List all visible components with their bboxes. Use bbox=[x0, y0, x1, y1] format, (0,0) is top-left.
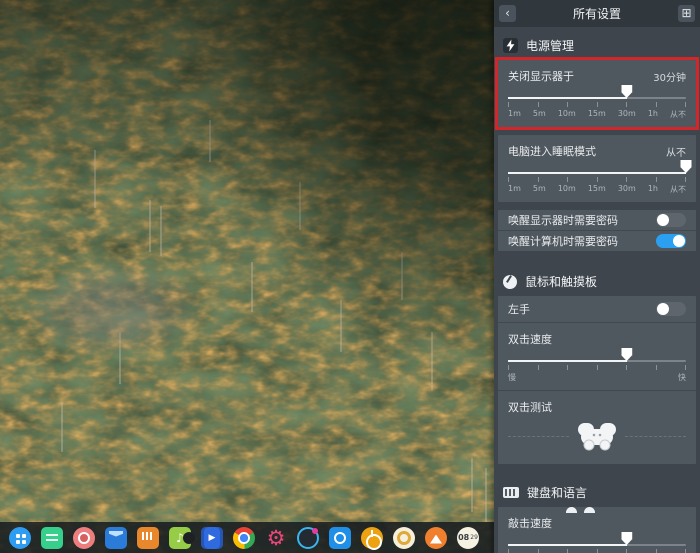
gear-glyph: ⚙ bbox=[266, 525, 286, 550]
tick-label: 5m bbox=[532, 184, 546, 193]
grid-icon: ⊞ bbox=[681, 6, 692, 20]
music-icon[interactable]: ♪ bbox=[169, 526, 195, 549]
tick-label: 30m bbox=[617, 109, 636, 118]
double-click-speed-slider[interactable]: 慢 快 bbox=[498, 348, 696, 390]
dashed-line bbox=[508, 436, 569, 437]
control-center-panel: ‹ 所有设置 ⊞ 电源管理 关闭显示器于 30分钟 1m 5m 10m 15m … bbox=[494, 0, 700, 553]
slider-track[interactable] bbox=[508, 348, 686, 362]
screen-off-label: 关闭显示器于 bbox=[508, 70, 574, 83]
app-store-icon[interactable] bbox=[105, 526, 127, 549]
screen-off-value: 30分钟 bbox=[653, 72, 686, 84]
mouse-test-icon[interactable] bbox=[575, 421, 619, 452]
back-button[interactable]: ‹ bbox=[499, 5, 516, 22]
wake-display-toggle[interactable] bbox=[656, 213, 686, 227]
slider-fill bbox=[508, 544, 627, 546]
tap-speed-label: 敲击速度 bbox=[508, 517, 552, 530]
slider-track[interactable] bbox=[508, 532, 686, 546]
back-icon: ‹ bbox=[505, 6, 510, 20]
wake-computer-toggle[interactable] bbox=[656, 234, 686, 248]
double-click-test-label: 双击测试 bbox=[508, 401, 552, 414]
movies-icon[interactable]: ▶ bbox=[201, 526, 223, 549]
optimizer-icon[interactable] bbox=[393, 526, 415, 549]
all-modules-button[interactable]: ⊞ bbox=[677, 5, 695, 22]
calendar-icon[interactable]: 08 29 bbox=[457, 526, 479, 549]
settings-gear-icon[interactable]: ⚙ bbox=[265, 527, 287, 549]
tick-label: 从不 bbox=[670, 185, 686, 194]
sleep-value: 从不 bbox=[666, 147, 686, 159]
slider-tick-marks bbox=[508, 177, 686, 182]
tick-label: 1m bbox=[508, 184, 521, 193]
tick-label: 10m bbox=[557, 184, 576, 193]
section-keyboard: 键盘和语言 bbox=[494, 472, 700, 507]
desktop: ♪ ▶ ⚙ 08 29 ‹ 所有设置 ⊞ 电源管理 关闭显示器于 30分钟 1m… bbox=[0, 0, 700, 553]
keyboard-icon bbox=[503, 487, 519, 498]
screen-off-slider[interactable]: 1m 5m 10m 15m 30m 1h 从不 bbox=[498, 85, 696, 127]
left-hand-label: 左手 bbox=[508, 303, 530, 316]
media-player-icon[interactable] bbox=[73, 526, 95, 549]
slider-tick-marks bbox=[508, 549, 686, 553]
sleep-label: 电脑进入睡眠模式 bbox=[508, 145, 596, 158]
min-label: 慢 bbox=[508, 373, 516, 382]
clipped-icon bbox=[566, 507, 595, 513]
double-click-test-area bbox=[498, 415, 696, 464]
calendar-day: 29 bbox=[470, 534, 478, 541]
tick-label: 15m bbox=[587, 184, 606, 193]
screenshot-icon[interactable] bbox=[329, 526, 351, 549]
section-power-title: 电源管理 bbox=[526, 39, 575, 53]
installer-icon[interactable] bbox=[425, 526, 447, 549]
calendar-month: 08 bbox=[458, 533, 470, 542]
slider-track[interactable] bbox=[508, 85, 686, 99]
system-monitor-icon[interactable] bbox=[297, 526, 319, 549]
slider-minmax-labels: 慢 快 bbox=[508, 372, 686, 383]
slider-tick-labels: 1m 5m 10m 15m 30m 1h 从不 bbox=[508, 184, 686, 195]
play-icon: ▶ bbox=[208, 532, 216, 543]
file-manager-icon[interactable] bbox=[41, 526, 63, 549]
screen-off-group: 关闭显示器于 30分钟 1m 5m 10m 15m 30m 1h 从不 bbox=[495, 57, 699, 130]
slider-fill bbox=[508, 360, 627, 362]
section-power: 电源管理 bbox=[494, 27, 700, 60]
mouse-icon bbox=[503, 274, 517, 289]
section-keyboard-title: 键盘和语言 bbox=[527, 486, 588, 500]
slider-tick-marks bbox=[508, 365, 686, 370]
tick-label: 1h bbox=[647, 184, 658, 193]
dashed-line bbox=[625, 436, 686, 437]
slider-track[interactable] bbox=[508, 160, 692, 174]
tap-speed-slider[interactable]: 慢 快 bbox=[498, 532, 696, 553]
slider-fill bbox=[508, 172, 686, 174]
tick-label: 15m bbox=[587, 109, 606, 118]
section-mouse: 鼠标和触摸板 bbox=[494, 259, 700, 296]
tick-label: 1m bbox=[508, 109, 521, 118]
launcher-icon[interactable] bbox=[9, 526, 31, 549]
sleep-group: 电脑进入睡眠模式 从不 1m 5m 10m 15m 30m 1h 从不 bbox=[498, 135, 696, 202]
wake-computer-label: 唤醒计算机时需要密码 bbox=[508, 235, 618, 248]
power-icon bbox=[503, 38, 518, 53]
shutdown-icon[interactable] bbox=[361, 526, 383, 550]
double-click-speed-label: 双击速度 bbox=[508, 333, 552, 346]
keyboard-group: 敲击速度 慢 快 敲击测试 bbox=[498, 507, 696, 553]
section-mouse-title: 鼠标和触摸板 bbox=[525, 275, 598, 289]
tick-label: 10m bbox=[557, 109, 576, 118]
left-hand-toggle[interactable] bbox=[656, 302, 686, 316]
tick-label: 从不 bbox=[670, 110, 686, 119]
photos-icon[interactable] bbox=[137, 526, 159, 549]
chrome-icon[interactable] bbox=[233, 526, 255, 549]
slider-tick-labels: 1m 5m 10m 15m 30m 1h 从不 bbox=[508, 109, 686, 120]
max-label: 快 bbox=[678, 373, 686, 382]
music-note-icon: ♪ bbox=[176, 530, 184, 545]
slider-fill bbox=[508, 97, 627, 99]
page-title: 所有设置 bbox=[572, 7, 621, 21]
wake-password-group: 唤醒显示器时需要密码 唤醒计算机时需要密码 bbox=[498, 210, 696, 251]
tick-label: 30m bbox=[617, 184, 636, 193]
slider-tick-marks bbox=[508, 102, 686, 107]
wake-display-label: 唤醒显示器时需要密码 bbox=[508, 214, 618, 227]
tick-label: 5m bbox=[532, 109, 546, 118]
sleep-slider[interactable]: 1m 5m 10m 15m 30m 1h 从不 bbox=[498, 160, 696, 202]
tick-label: 1h bbox=[647, 109, 658, 118]
panel-header: ‹ 所有设置 ⊞ bbox=[494, 0, 700, 27]
mouse-group: 左手 双击速度 慢 快 双击测试 bbox=[498, 296, 696, 464]
